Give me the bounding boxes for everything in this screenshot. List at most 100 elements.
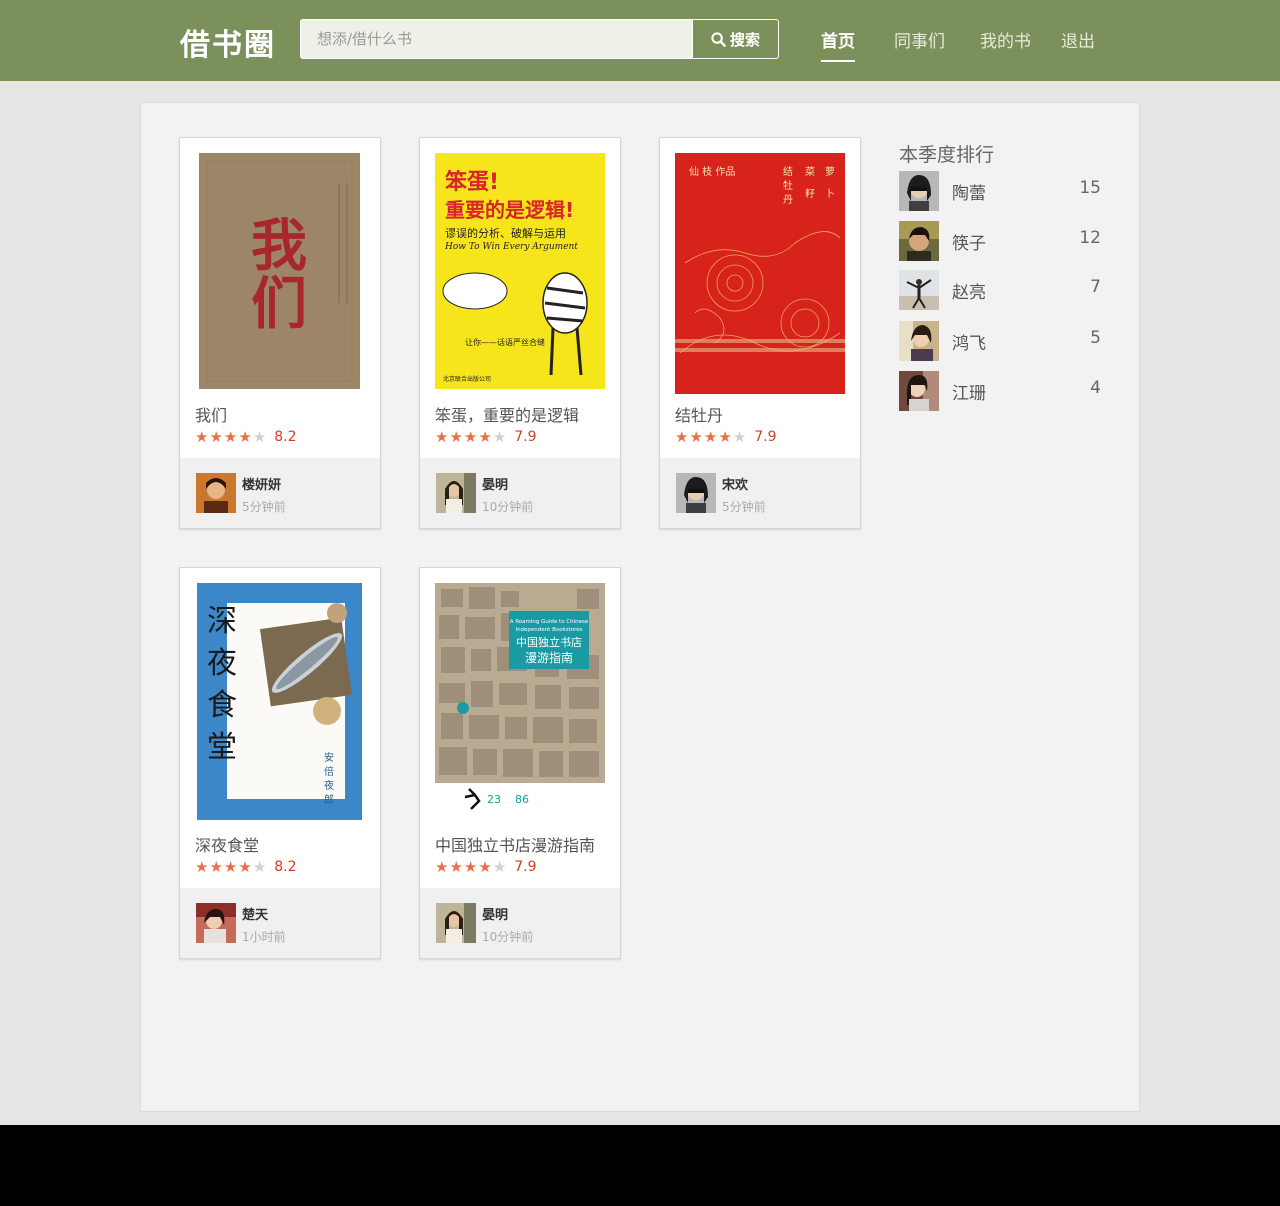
star-icon: ★	[195, 427, 209, 446]
star-icon: ★	[449, 857, 463, 876]
star-icon: ★	[209, 857, 223, 876]
book-cover-art: 仙 枝 作品 结牡丹 菜籽 萝卜	[675, 153, 845, 394]
book-card[interactable]: A Roaming Guide to Chinese Independent B…	[419, 567, 621, 959]
posted-time: 5分钟前	[722, 500, 766, 514]
card-owner: 晏明 10分钟前	[420, 888, 620, 958]
svg-text:中国独立书店: 中国独立书店	[516, 635, 582, 649]
svg-text:23: 23	[487, 793, 501, 806]
rating-score: 8.2	[274, 859, 297, 875]
star-icon: ★	[238, 857, 252, 876]
avatar[interactable]	[899, 171, 939, 211]
nav-my-books[interactable]: 我的书	[980, 27, 1031, 52]
avatar[interactable]	[899, 221, 939, 261]
star-icon: ★	[478, 427, 492, 446]
book-rating: ★ ★ ★ ★ ★ 8.2	[195, 429, 297, 445]
book-title[interactable]: 结牡丹	[675, 402, 723, 426]
rating-stars: ★ ★ ★ ★ ★	[435, 857, 506, 876]
book-title[interactable]: 深夜食堂	[195, 832, 259, 856]
book-card[interactable]: 我 们 我们 ★ ★ ★ ★ ★ 8.2 楼妍妍 5分钟前	[179, 137, 381, 529]
star-icon: ★	[478, 857, 492, 876]
avatar[interactable]	[436, 903, 476, 943]
ranking-name[interactable]: 筷子	[952, 229, 986, 254]
avatar[interactable]	[899, 321, 939, 361]
nav-home[interactable]: 首页	[821, 27, 855, 62]
svg-text:牡: 牡	[783, 179, 793, 192]
book-card[interactable]: 仙 枝 作品 结牡丹 菜籽 萝卜 结牡丹 ★ ★ ★ ★ ★ 7.9 宋欢 5分…	[659, 137, 861, 529]
avatar[interactable]	[676, 473, 716, 513]
posted-time: 5分钟前	[242, 500, 286, 514]
svg-text:夜: 夜	[324, 779, 334, 792]
avatar[interactable]	[196, 473, 236, 513]
search-button[interactable]: 搜索	[692, 20, 778, 58]
book-rating: ★ ★ ★ ★ ★ 7.9	[675, 429, 777, 445]
ranking-name[interactable]: 鸿飞	[952, 329, 986, 354]
rating-stars: ★ ★ ★ ★ ★	[675, 427, 746, 446]
svg-text:卜: 卜	[825, 188, 835, 200]
book-card[interactable]: 笨蛋! 重要的是逻辑! 谬误的分析、破解与运用 How To Win Every…	[419, 137, 621, 529]
book-title[interactable]: 笨蛋，重要的是逻辑	[435, 402, 579, 426]
book-title[interactable]: 中国独立书店漫游指南	[435, 832, 595, 856]
avatar[interactable]	[196, 903, 236, 943]
owner-name[interactable]: 楚天	[242, 904, 268, 923]
avatar[interactable]	[899, 371, 939, 411]
star-icon: ★	[463, 857, 478, 876]
nav-colleagues[interactable]: 同事们	[894, 27, 945, 52]
owner-name[interactable]: 晏明	[482, 474, 508, 493]
svg-text:让你——话语严丝合缝: 让你——话语严丝合缝	[465, 337, 545, 347]
search-button-label: 搜索	[729, 30, 760, 49]
star-icon: ★	[463, 427, 478, 446]
card-owner: 宋欢 5分钟前	[660, 458, 860, 528]
svg-text:笨蛋!: 笨蛋!	[445, 169, 499, 195]
svg-text:食: 食	[207, 688, 237, 723]
search-input[interactable]	[301, 20, 691, 58]
svg-text:重要的是逻辑!: 重要的是逻辑!	[445, 198, 574, 222]
svg-text:安: 安	[324, 751, 334, 764]
rating-score: 8.2	[274, 429, 297, 445]
card-owner: 晏明 10分钟前	[420, 458, 620, 528]
svg-text:萝: 萝	[825, 166, 835, 178]
book-rating: ★ ★ ★ ★ ★ 7.9	[435, 429, 537, 445]
rating-score: 7.9	[514, 429, 537, 445]
star-icon: ★	[223, 427, 238, 446]
search-bar: 搜索	[300, 19, 779, 59]
posted-time: 10分钟前	[482, 930, 534, 944]
star-icon: ★	[223, 857, 238, 876]
star-icon: ★	[689, 427, 703, 446]
rating-score: 7.9	[754, 429, 777, 445]
book-cover[interactable]: 仙 枝 作品 结牡丹 菜籽 萝卜	[675, 153, 845, 394]
rating-stars: ★ ★ ★ ★ ★	[435, 427, 507, 446]
ranking-name[interactable]: 陶蕾	[952, 179, 986, 204]
nav-logout[interactable]: 退出	[1061, 27, 1095, 52]
book-cover-art: 深 夜 食 堂 安倍夜郎	[197, 583, 362, 820]
star-icon: ★	[435, 427, 449, 446]
avatar[interactable]	[899, 270, 939, 310]
ranking-item[interactable]: 江珊 4	[899, 371, 1101, 411]
ranking-item[interactable]: 鸿飞 5	[899, 321, 1101, 361]
avatar[interactable]	[436, 473, 476, 513]
svg-text:A Roaming Guide to Chinese: A Roaming Guide to Chinese	[510, 619, 589, 625]
book-cover[interactable]: 我 们	[199, 153, 360, 389]
star-empty-icon: ★	[492, 427, 507, 446]
svg-text:仙 枝 作品: 仙 枝 作品	[689, 165, 735, 178]
posted-time: 1小时前	[242, 930, 286, 944]
book-card[interactable]: 深 夜 食 堂 安倍夜郎 深夜食堂 ★ ★ ★ ★ ★ 8.2 楚天 1小时前	[179, 567, 381, 959]
book-cover[interactable]: 笨蛋! 重要的是逻辑! 谬误的分析、破解与运用 How To Win Every…	[435, 153, 605, 389]
svg-text:郎: 郎	[324, 793, 334, 806]
ranking-item[interactable]: 赵亮 7	[899, 270, 1101, 310]
ranking-name[interactable]: 江珊	[952, 379, 986, 404]
ranking-item[interactable]: 筷子 12	[899, 221, 1101, 261]
site-logo[interactable]: 借书圈	[180, 20, 276, 64]
svg-text:谬误的分析、破解与运用: 谬误的分析、破解与运用	[445, 226, 566, 240]
ranking-name[interactable]: 赵亮	[952, 278, 986, 303]
owner-name[interactable]: 晏明	[482, 904, 508, 923]
star-icon: ★	[209, 427, 223, 446]
book-cover[interactable]: A Roaming Guide to Chinese Independent B…	[435, 583, 605, 819]
svg-text:漫游指南: 漫游指南	[525, 650, 573, 665]
owner-name[interactable]: 宋欢	[722, 474, 748, 493]
book-cover[interactable]: 深 夜 食 堂 安倍夜郎	[197, 583, 362, 820]
svg-text:How To Win Every Argument: How To Win Every Argument	[444, 242, 578, 252]
ranking-item[interactable]: 陶蕾 15	[899, 171, 1101, 211]
star-empty-icon: ★	[252, 427, 267, 446]
book-title[interactable]: 我们	[195, 402, 227, 426]
owner-name[interactable]: 楼妍妍	[242, 474, 281, 493]
